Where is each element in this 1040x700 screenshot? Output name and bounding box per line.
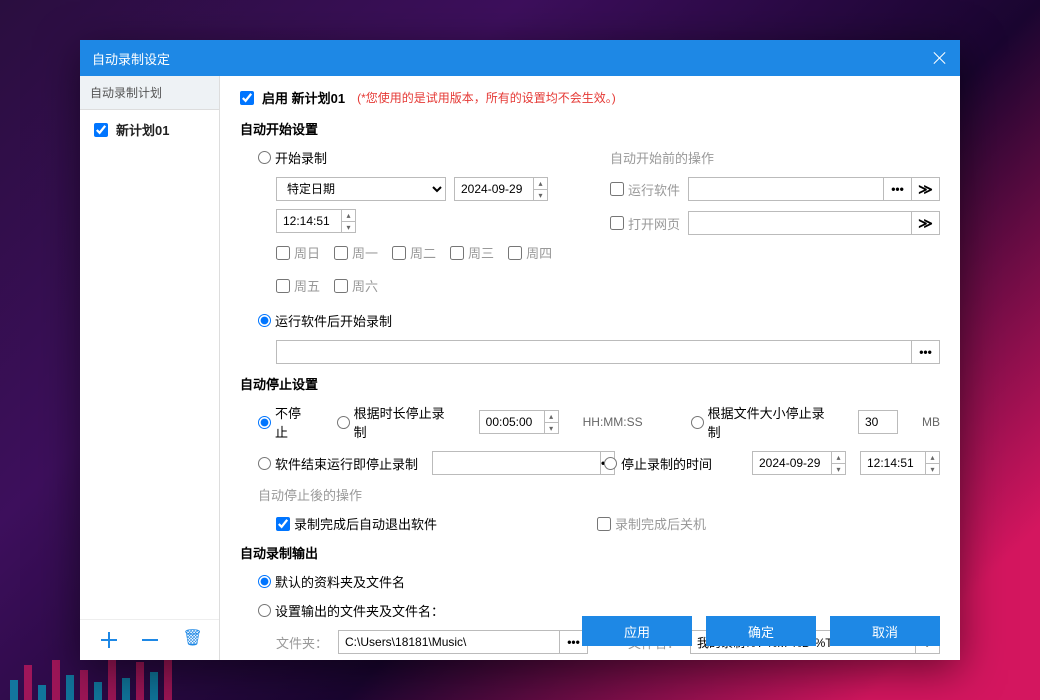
open-web-go-icon[interactable]: ≫: [912, 211, 940, 235]
plan-enabled-checkbox[interactable]: [94, 123, 108, 137]
run-software-go-icon[interactable]: ≫: [912, 177, 940, 201]
trial-warning: (*您使用的是试用版本，所有的设置均不会生效。): [357, 89, 616, 106]
sidebar: 自动录制计划 新计划01: [80, 76, 220, 660]
pre-ops-label: 自动开始前的操作: [610, 148, 940, 167]
stop-software-path[interactable]: [432, 451, 601, 475]
custom-output-radio[interactable]: 设置输出的文件夹及文件名：: [258, 601, 444, 620]
output-folder-input[interactable]: [338, 630, 560, 654]
default-output-radio[interactable]: 默认的资料夹及文件名: [258, 572, 405, 591]
enable-plan-name: 新计划01: [292, 91, 345, 106]
size-input[interactable]: [858, 410, 898, 434]
cancel-button[interactable]: 取消: [830, 616, 940, 646]
auto-start-section-title: 自动开始设置: [240, 119, 940, 138]
titlebar: 自动录制设定: [80, 40, 960, 76]
stop-date-input[interactable]: ▴▾: [752, 451, 846, 475]
start-date-input[interactable]: ▴▾: [454, 177, 548, 201]
stop-by-size-radio[interactable]: 根据文件大小停止录制: [691, 403, 834, 441]
start-after-software-radio[interactable]: 运行软件后开始录制: [258, 311, 392, 330]
enable-prefix: 启用: [262, 91, 288, 106]
start-mode-select[interactable]: 特定日期: [276, 177, 446, 201]
apply-button[interactable]: 应用: [582, 616, 692, 646]
start-time-input[interactable]: ▴▾: [276, 209, 356, 233]
dialog-title: 自动录制设定: [92, 49, 170, 68]
stop-by-duration-radio[interactable]: 根据时长停止录制: [337, 403, 455, 441]
sidebar-toolbar: [80, 619, 219, 660]
run-software-checkbox[interactable]: 运行软件: [610, 180, 680, 199]
open-web-checkbox[interactable]: 打开网页: [610, 214, 680, 233]
ok-button[interactable]: 确定: [706, 616, 816, 646]
duration-input[interactable]: ▴▾: [479, 410, 559, 434]
auto-stop-section-title: 自动停止设置: [240, 374, 940, 393]
stop-after-software-end-radio[interactable]: 软件结束运行即停止录制: [258, 454, 418, 473]
enable-plan-checkbox[interactable]: [240, 91, 254, 105]
delete-plan-icon[interactable]: [181, 630, 201, 650]
add-plan-icon[interactable]: [99, 630, 119, 650]
browse-software-icon[interactable]: •••: [884, 177, 912, 201]
remove-plan-icon[interactable]: [140, 630, 160, 650]
output-section-title: 自动录制输出: [240, 543, 940, 562]
auto-record-settings-dialog: 自动录制设定 自动录制计划 新计划01 启用 新计划01 (*您使用的是试用版本…: [80, 40, 960, 660]
shutdown-after-checkbox[interactable]: 录制完成后关机: [597, 514, 706, 533]
sidebar-item-plan[interactable]: 新计划01: [80, 110, 219, 149]
open-web-url[interactable]: [688, 211, 912, 235]
start-recording-radio[interactable]: 开始录制: [258, 148, 327, 167]
sidebar-header: 自动录制计划: [80, 76, 219, 110]
weekday-checkboxes: 周日 周一 周二 周三 周四 周五 周六: [240, 243, 570, 295]
trigger-software-path[interactable]: [276, 340, 912, 364]
size-unit: MB: [922, 415, 940, 429]
after-stop-ops-label: 自动停止後的操作: [240, 485, 940, 504]
exit-after-checkbox[interactable]: 录制完成后自动退出软件: [276, 514, 437, 533]
browse-trigger-software-icon[interactable]: •••: [912, 340, 940, 364]
plan-label: 新计划01: [116, 120, 169, 139]
main-panel: 启用 新计划01 (*您使用的是试用版本，所有的设置均不会生效。) 自动开始设置…: [220, 76, 960, 660]
folder-label: 文件夹：: [276, 633, 328, 652]
close-icon[interactable]: [932, 50, 948, 66]
duration-hint: HH:MM:SS: [583, 415, 643, 429]
stop-time-input[interactable]: ▴▾: [860, 451, 940, 475]
no-stop-radio[interactable]: 不停止: [258, 403, 313, 441]
stop-at-time-radio[interactable]: 停止录制的时间: [604, 454, 712, 473]
run-software-path[interactable]: [688, 177, 884, 201]
